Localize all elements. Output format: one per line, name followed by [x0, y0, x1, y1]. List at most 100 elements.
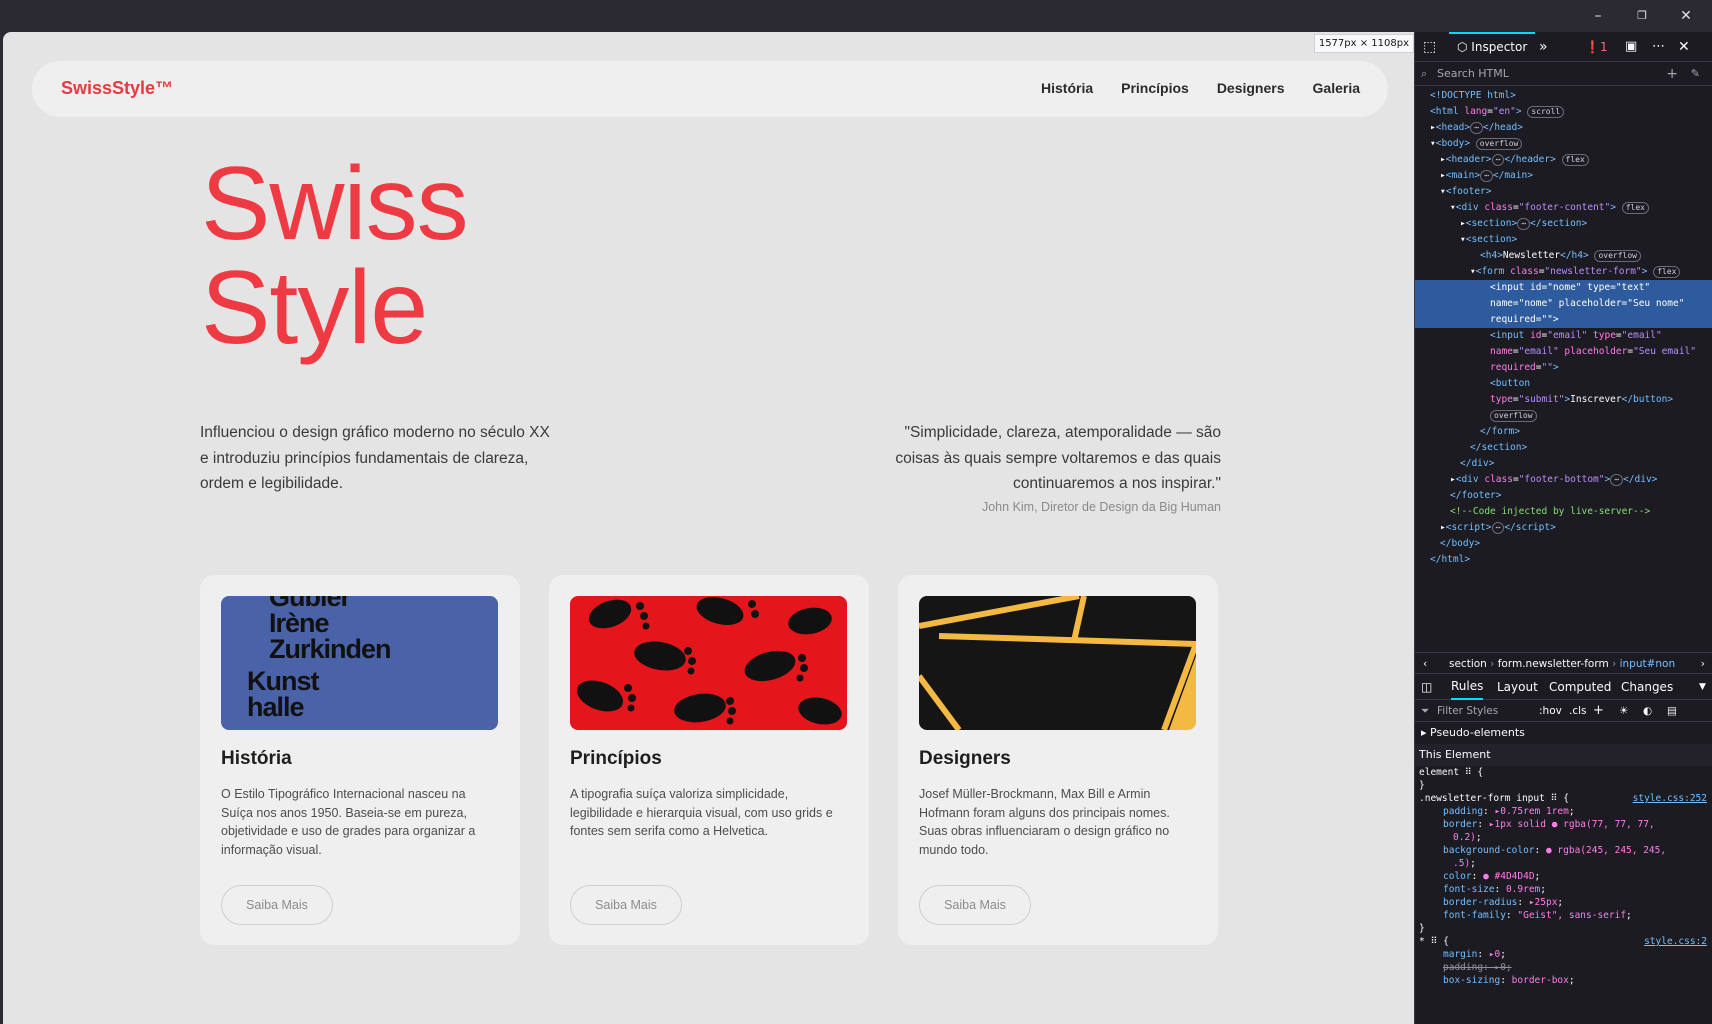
site-logo[interactable]: SwissStyle™: [61, 78, 173, 99]
rule-line[interactable]: .newsletter-form input ⠿ {style.css:252: [1415, 792, 1712, 805]
tree-node[interactable]: <!--Code injected by live-server-->: [1415, 504, 1712, 520]
rule-line[interactable]: * ⠿ {style.css:2: [1415, 935, 1712, 948]
rule-line[interactable]: color: ● #4D4D4D;: [1415, 870, 1712, 883]
rule-line[interactable]: font-size: 0.9rem;: [1415, 883, 1712, 896]
element-picker-icon[interactable]: ⬚: [1423, 32, 1436, 62]
rule-line[interactable]: font-family: "Geist", sans-serif;: [1415, 909, 1712, 922]
pseudo-elements-toggle[interactable]: ▸ Pseudo-elements: [1415, 722, 1712, 744]
rule-source-link[interactable]: style.css:2: [1644, 935, 1707, 948]
html-tree: <!DOCTYPE html> <html lang="en"> scroll …: [1415, 86, 1712, 568]
rule-source-link[interactable]: style.css:252: [1633, 792, 1707, 805]
close-devtools-icon[interactable]: ✕: [1678, 32, 1690, 62]
breadcrumb-item[interactable]: section: [1449, 658, 1487, 670]
filter-icon: ⏷: [1421, 705, 1430, 717]
add-rule-icon[interactable]: +: [1593, 700, 1604, 722]
saiba-mais-button[interactable]: Saiba Mais: [919, 885, 1031, 925]
close-window-button[interactable]: ✕: [1666, 4, 1706, 28]
tab-computed[interactable]: Computed: [1549, 674, 1611, 700]
error-icon: ❗: [1585, 40, 1600, 54]
tree-node[interactable]: </footer>: [1415, 488, 1712, 504]
tree-node[interactable]: ▾<section>: [1415, 232, 1712, 248]
tree-node[interactable]: ▸<header> ⋯ </header> flex: [1415, 152, 1712, 168]
card-text: A tipografia suíça valoriza simplicidade…: [570, 787, 833, 838]
eyedropper-icon[interactable]: ✎: [1691, 62, 1700, 86]
tree-node[interactable]: </div>: [1415, 456, 1712, 472]
rule-line[interactable]: padding: ▸0;: [1415, 961, 1712, 974]
saiba-mais-button[interactable]: Saiba Mais: [570, 885, 682, 925]
tree-node-selected[interactable]: <input id="nome" type="text" name="nome"…: [1415, 280, 1712, 328]
nav-link-principios[interactable]: Princípios: [1121, 80, 1189, 96]
tree-node[interactable]: ▸<script> ⋯ </script>: [1415, 520, 1712, 536]
dock-icon[interactable]: ▣: [1625, 32, 1637, 62]
breadcrumb: ‹ section › form.newsletter-form › input…: [1415, 652, 1712, 674]
tree-node[interactable]: <input id="email" type="email" name="ema…: [1415, 328, 1712, 376]
cls-toggle[interactable]: .cls: [1569, 700, 1587, 722]
more-tabs-icon[interactable]: »: [1539, 32, 1548, 62]
tree-node[interactable]: <!DOCTYPE html>: [1415, 88, 1712, 104]
html-search-bar[interactable]: ⌕ Search HTML + ✎: [1415, 62, 1712, 86]
viewport-size-badge: 1577px × 1108px: [1313, 34, 1414, 53]
card-title: Princípios: [570, 748, 662, 769]
sidebar-tabs: ◫ Rules Layout Computed Changes ▼: [1415, 674, 1712, 700]
minimize-button[interactable]: –: [1578, 4, 1618, 28]
tree-node[interactable]: </section>: [1415, 440, 1712, 456]
restore-button[interactable]: ❐: [1622, 4, 1662, 28]
rule-line[interactable]: box-sizing: border-box;: [1415, 974, 1712, 987]
rule-line[interactable]: element ⠿ {: [1415, 766, 1712, 779]
card-text: Josef Müller-Brockmann, Max Bill e Armin…: [919, 787, 1170, 857]
nav-link-galeria[interactable]: Galeria: [1313, 80, 1360, 96]
layout-toggle-icon[interactable]: ◫: [1421, 674, 1432, 700]
tree-node[interactable]: <h4>Newsletter</h4> overflow: [1415, 248, 1712, 264]
chevron-down-icon[interactable]: ▼: [1699, 674, 1706, 700]
rule-line: }: [1419, 780, 1425, 791]
rule-line[interactable]: border-radius: ▸25px;: [1415, 896, 1712, 909]
light-mode-icon[interactable]: ☀: [1619, 700, 1628, 722]
tree-node[interactable]: <button type="submit">Inscrever</button>…: [1415, 376, 1712, 424]
card-principios: Princípios A tipografia suíça valoriza s…: [549, 575, 869, 945]
tab-rules[interactable]: Rules: [1451, 674, 1484, 700]
tree-node[interactable]: ▸<head> ⋯ </head>: [1415, 120, 1712, 136]
hero-line-1: Swiss: [201, 146, 469, 262]
card-image-poster: Gubler Irène Zurkinden Kunst halle: [221, 596, 498, 730]
hov-toggle[interactable]: :hov: [1539, 700, 1562, 722]
print-media-icon[interactable]: ▤: [1667, 700, 1677, 722]
poster-lettering: Gubler Irène Zurkinden Kunst halle: [247, 596, 392, 722]
tree-node[interactable]: </body>: [1415, 536, 1712, 552]
rule-line[interactable]: margin: ▸0;: [1415, 948, 1712, 961]
breadcrumb-item[interactable]: input#non: [1620, 658, 1676, 670]
tab-inspector[interactable]: ⬡ Inspector: [1449, 32, 1536, 62]
chevron-right-icon[interactable]: ›: [1701, 653, 1705, 675]
tree-node[interactable]: ▸<div class="footer-bottom"> ⋯ </div>: [1415, 472, 1712, 488]
nav-link-designers[interactable]: Designers: [1217, 80, 1285, 96]
breadcrumb-item[interactable]: form.newsletter-form: [1498, 658, 1609, 670]
nav-link-historia[interactable]: História: [1041, 80, 1093, 96]
tree-node[interactable]: ▾<body> overflow: [1415, 136, 1712, 152]
tree-node[interactable]: </html>: [1415, 552, 1712, 568]
rule-line[interactable]: padding: ▸0.75rem 1rem;: [1415, 805, 1712, 818]
rules-pane: ▸ Pseudo-elements This Element element ⠿…: [1415, 722, 1712, 987]
site-navbar: SwissStyle™ História Princípios Designer…: [32, 61, 1388, 117]
filter-styles-bar[interactable]: ⏷ Filter Styles :hov .cls + ☀ ◐ ▤: [1415, 700, 1712, 722]
rule-line[interactable]: background-color: ● rgba(245, 245, 245,: [1415, 844, 1712, 857]
search-html-placeholder: Search HTML: [1437, 67, 1509, 80]
add-node-icon[interactable]: +: [1666, 62, 1678, 86]
rule-line[interactable]: border: ▸1px solid ● rgba(77, 77, 77,: [1415, 818, 1712, 831]
tab-layout[interactable]: Layout: [1497, 674, 1538, 700]
tree-node[interactable]: ▾<div class="footer-content"> flex: [1415, 200, 1712, 216]
tree-node[interactable]: <html lang="en"> scroll: [1415, 104, 1712, 120]
tree-node[interactable]: ▸<main> ⋯ </main>: [1415, 168, 1712, 184]
tree-node[interactable]: </form>: [1415, 424, 1712, 440]
dark-mode-icon[interactable]: ◐: [1643, 700, 1652, 722]
more-options-icon[interactable]: ⋯: [1652, 32, 1665, 62]
rule-line: }: [1419, 923, 1425, 934]
tree-node[interactable]: ▾<footer>: [1415, 184, 1712, 200]
tab-changes[interactable]: Changes: [1621, 674, 1673, 700]
saiba-mais-button[interactable]: Saiba Mais: [221, 885, 333, 925]
tree-node[interactable]: ▸<section> ⋯ </section>: [1415, 216, 1712, 232]
chevron-left-icon[interactable]: ‹: [1423, 653, 1427, 675]
quote-author: John Kim, Diretor de Design da Big Human: [981, 500, 1221, 514]
tree-node[interactable]: ▾<form class="newsletter-form"> flex: [1415, 264, 1712, 280]
error-count-badge[interactable]: ❗1: [1585, 32, 1608, 62]
devtools-toolbar: ⬚ ⬡ Inspector » ❗1 ▣ ⋯ ✕: [1415, 32, 1712, 62]
card-title: Designers: [919, 748, 1011, 769]
